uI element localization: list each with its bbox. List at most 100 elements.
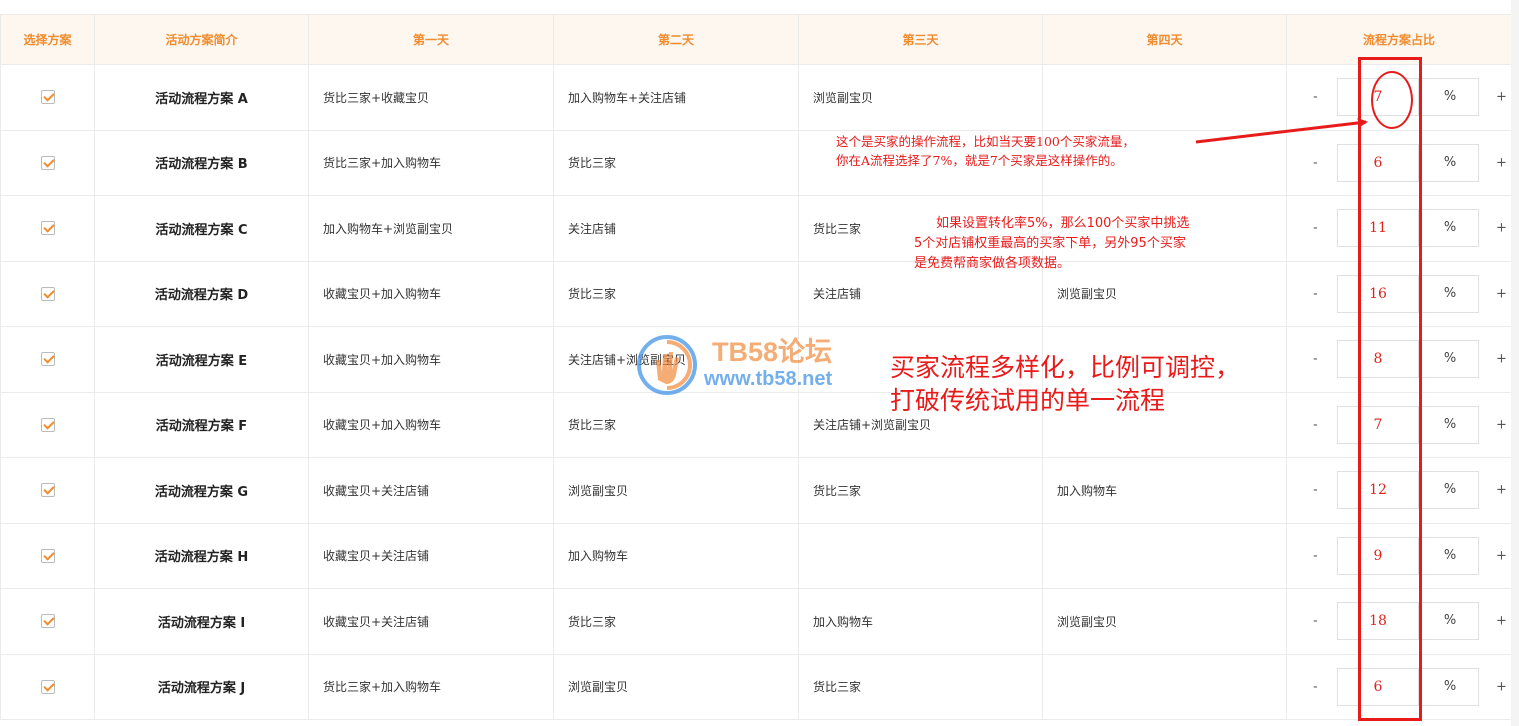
ratio-unit: % (1421, 602, 1479, 641)
header-ratio: 流程方案占比 (1286, 14, 1512, 65)
header-day-4: 第四天 (1042, 14, 1287, 65)
select-checkbox[interactable] (40, 614, 55, 629)
ratio-increase-button[interactable]: + (1496, 221, 1507, 236)
ratio-value-input[interactable]: 6 (1337, 143, 1419, 182)
ratio-value-input[interactable]: 18 (1337, 602, 1419, 641)
plan-name: 活动流程方案 I (94, 588, 309, 655)
select-checkbox[interactable] (40, 155, 55, 170)
day-1-step: 收藏宝贝+关注店铺 (308, 457, 554, 524)
plan-name: 活动流程方案 C (94, 195, 309, 262)
select-cell (0, 653, 95, 720)
ratio-decrease-button[interactable]: - (1313, 155, 1318, 170)
table-row: 活动流程方案 H 收藏宝贝+关注店铺 加入购物车 - 9% + (0, 522, 1512, 589)
day-3-step: 货比三家 (798, 653, 1043, 720)
ratio-decrease-button[interactable]: - (1313, 221, 1318, 236)
day-4-step: 加入购物车 (1042, 457, 1287, 524)
day-4-step (1042, 64, 1287, 131)
day-1-step: 收藏宝贝+加入购物车 (308, 391, 554, 458)
ratio-increase-button[interactable]: + (1496, 286, 1507, 301)
day-1-step: 货比三家+加入购物车 (308, 129, 554, 196)
ratio-increase-button[interactable]: + (1496, 417, 1507, 432)
day-1-step: 收藏宝贝+加入购物车 (308, 260, 554, 327)
ratio-increase-button[interactable]: + (1496, 483, 1507, 498)
annotation-line: 打破传统试用的单一流程 (890, 386, 1166, 415)
day-3-step (798, 522, 1043, 589)
ratio-value-input[interactable]: 7 (1337, 78, 1419, 117)
day-1-step: 收藏宝贝+关注店铺 (308, 588, 554, 655)
ratio-decrease-button[interactable]: - (1313, 483, 1318, 498)
ratio-unit: % (1421, 667, 1479, 706)
select-checkbox[interactable] (40, 548, 55, 563)
day-4-step (1042, 653, 1287, 720)
plan-name: 活动流程方案 E (94, 326, 309, 393)
ratio-value-input[interactable]: 8 (1337, 340, 1419, 379)
select-checkbox[interactable] (40, 90, 55, 105)
ratio-increase-button[interactable]: + (1496, 155, 1507, 170)
day-2-step: 浏览副宝贝 (553, 457, 799, 524)
ratio-cell: - 11% + (1286, 195, 1512, 262)
ratio-value-input[interactable]: 9 (1337, 536, 1419, 575)
ratio-value-input[interactable]: 12 (1337, 471, 1419, 510)
ratio-decrease-button[interactable]: - (1313, 614, 1318, 629)
annotation-line: 是免费帮商家做各项数据。 (914, 256, 1071, 271)
ratio-unit: % (1421, 78, 1479, 117)
day-2-step: 关注店铺+浏览副宝贝 (553, 326, 799, 393)
plan-name: 活动流程方案 F (94, 391, 309, 458)
plan-name: 活动流程方案 A (94, 64, 309, 131)
ratio-value-input[interactable]: 11 (1337, 209, 1419, 248)
day-3-step: 货比三家 (798, 457, 1043, 524)
day-2-step: 加入购物车+关注店铺 (553, 64, 799, 131)
table-row: 活动流程方案 B 货比三家+加入购物车 货比三家 - 6% + (0, 129, 1512, 196)
header-day-2: 第二天 (553, 14, 799, 65)
ratio-cell: - 6% + (1286, 129, 1512, 196)
ratio-decrease-button[interactable]: - (1313, 286, 1318, 301)
ratio-increase-button[interactable]: + (1496, 614, 1507, 629)
header-day-1: 第一天 (308, 14, 554, 65)
day-2-step: 货比三家 (553, 260, 799, 327)
select-checkbox[interactable] (40, 352, 55, 367)
day-2-step: 加入购物车 (553, 522, 799, 589)
plan-name: 活动流程方案 D (94, 260, 309, 327)
select-checkbox[interactable] (40, 221, 55, 236)
select-cell (0, 129, 95, 196)
ratio-value-input[interactable]: 7 (1337, 405, 1419, 444)
ratio-cell: - 16% + (1286, 260, 1512, 327)
ratio-decrease-button[interactable]: - (1313, 679, 1318, 694)
select-cell (0, 260, 95, 327)
ratio-increase-button[interactable]: + (1496, 548, 1507, 563)
annotation-headline: 买家流程多样化，比例可调控， 打破传统试用的单一流程 (890, 351, 1290, 417)
ratio-increase-button[interactable]: + (1496, 679, 1507, 694)
ratio-unit: % (1421, 209, 1479, 248)
select-cell (0, 64, 95, 131)
table-row: 活动流程方案 D 收藏宝贝+加入购物车 货比三家 关注店铺 浏览副宝贝 -16% + (0, 260, 1512, 327)
ratio-decrease-button[interactable]: - (1313, 417, 1318, 432)
table-row: 活动流程方案 J 货比三家+加入购物车 浏览副宝贝 货比三家 - 6% + (0, 653, 1512, 720)
ratio-increase-button[interactable]: + (1496, 90, 1507, 105)
day-2-step: 货比三家 (553, 391, 799, 458)
day-2-step: 浏览副宝贝 (553, 653, 799, 720)
select-checkbox[interactable] (40, 679, 55, 694)
select-cell (0, 588, 95, 655)
ratio-increase-button[interactable]: + (1496, 352, 1507, 367)
ratio-value-input[interactable]: 16 (1337, 274, 1419, 313)
ratio-decrease-button[interactable]: - (1313, 352, 1318, 367)
select-checkbox[interactable] (40, 483, 55, 498)
ratio-cell: - 7% + (1286, 64, 1512, 131)
day-3-step: 加入购物车 (798, 588, 1043, 655)
annotation-conversion-note: 如果设置转化率5%，那么100个买家中挑选 5个对店铺权重最高的买家下单，另外9… (914, 214, 1274, 274)
ratio-cell: - 6% + (1286, 653, 1512, 720)
ratio-decrease-button[interactable]: - (1313, 548, 1318, 563)
ratio-decrease-button[interactable]: - (1313, 90, 1318, 105)
ratio-value-input[interactable]: 6 (1337, 667, 1419, 706)
annotation-line: 如果设置转化率5%，那么100个买家中挑选 (936, 216, 1190, 231)
day-2-step: 关注店铺 (553, 195, 799, 262)
scrollbar[interactable] (1511, 0, 1519, 726)
header-select: 选择方案 (0, 14, 95, 65)
annotation-line: 5个对店铺权重最高的买家下单，另外95个买家 (914, 236, 1186, 251)
table-row: 活动流程方案 G 收藏宝贝+关注店铺 浏览副宝贝 货比三家 加入购物车 - 12% + (0, 457, 1512, 524)
day-1-step: 货比三家+加入购物车 (308, 653, 554, 720)
select-checkbox[interactable] (40, 417, 55, 432)
ratio-cell: - 12% + (1286, 457, 1512, 524)
select-checkbox[interactable] (40, 286, 55, 301)
plan-name: 活动流程方案 B (94, 129, 309, 196)
